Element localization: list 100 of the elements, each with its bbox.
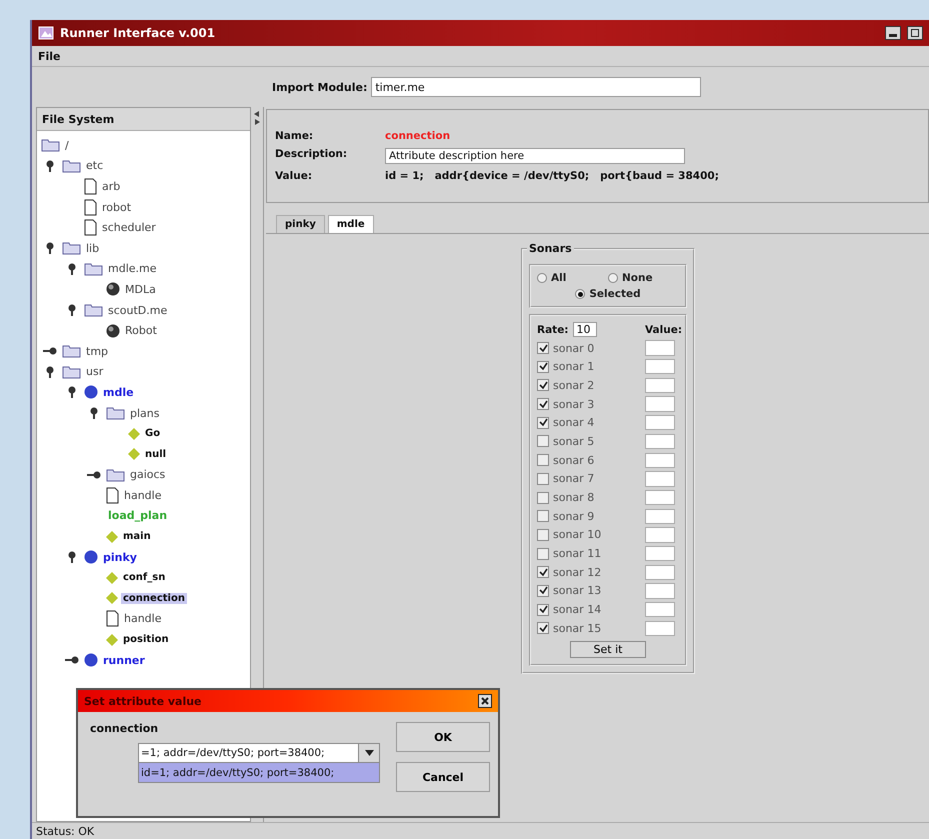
- tree-item[interactable]: null: [143, 448, 168, 460]
- value-field[interactable]: [645, 564, 675, 580]
- checkbox[interactable]: [537, 622, 549, 634]
- tree-item[interactable]: main: [121, 531, 153, 542]
- tree-item[interactable]: MDLa: [123, 282, 158, 296]
- file-icon: [106, 610, 119, 628]
- tree-item[interactable]: position: [121, 634, 171, 646]
- tree-item[interactable]: mdle.me: [106, 262, 159, 276]
- sonar-label: sonar 14: [553, 603, 602, 616]
- value-field[interactable]: [645, 415, 675, 430]
- file-icon: [84, 198, 97, 216]
- value-combo[interactable]: =1; addr=/dev/ttyS0; port=38400;: [138, 743, 380, 763]
- tree-item[interactable]: scoutD.me: [106, 304, 170, 317]
- checkbox[interactable]: [537, 472, 549, 485]
- checkbox[interactable]: [537, 360, 549, 373]
- name-label: Name:: [275, 130, 314, 142]
- sonar-label: sonar 5: [553, 434, 594, 448]
- menu-item[interactable]: File: [38, 50, 61, 62]
- checkbox[interactable]: [537, 435, 549, 448]
- checkbox[interactable]: [537, 510, 549, 522]
- checkbox[interactable]: [537, 566, 549, 578]
- tree-item[interactable]: scheduler: [100, 221, 158, 234]
- value-field[interactable]: [645, 490, 675, 506]
- cancel-button[interactable]: Cancel: [396, 762, 490, 792]
- sonar-label: sonar 13: [553, 584, 602, 598]
- tree-item[interactable]: mdle: [101, 386, 136, 399]
- checkbox[interactable]: [537, 528, 549, 541]
- import-module-field[interactable]: timer.me: [371, 77, 702, 97]
- maximize-button[interactable]: [907, 26, 923, 40]
- tree-item[interactable]: usr: [84, 365, 106, 378]
- value-field[interactable]: [645, 359, 675, 374]
- minimize-button[interactable]: [885, 26, 901, 40]
- tree-item[interactable]: handle: [122, 612, 164, 626]
- description-field[interactable]: Attribute description here: [385, 148, 685, 164]
- checkbox[interactable]: [537, 454, 549, 466]
- rate-field[interactable]: 10: [572, 322, 597, 337]
- tree-item[interactable]: robot: [100, 200, 134, 214]
- radio-option[interactable]: All: [537, 272, 608, 284]
- attribute-label: connection: [90, 722, 160, 735]
- dropdown-option[interactable]: id=1; addr=/dev/ttyS0; port=38400;: [138, 763, 380, 783]
- folder-icon: [106, 406, 125, 420]
- sonar-label: sonar 0: [553, 342, 594, 355]
- tree-item[interactable]: plans: [128, 406, 162, 420]
- value-field[interactable]: [645, 602, 675, 618]
- radio-option[interactable]: Selected: [575, 288, 641, 300]
- value-field[interactable]: [645, 508, 675, 524]
- ok-button[interactable]: OK: [396, 722, 490, 752]
- value-field[interactable]: [645, 378, 675, 394]
- set-it-button[interactable]: Set it: [570, 641, 646, 658]
- checkbox[interactable]: [537, 342, 549, 354]
- sonar-label: sonar 3: [553, 398, 594, 411]
- dialog-title: Set attribute value: [84, 694, 202, 708]
- tree-item[interactable]: tmp: [84, 344, 110, 358]
- checkbox[interactable]: [537, 584, 549, 597]
- tree-item[interactable]: Robot: [123, 324, 159, 338]
- value-label: Value:: [275, 170, 314, 182]
- tree-item[interactable]: conf_sn: [121, 572, 168, 584]
- value-field[interactable]: [645, 583, 675, 599]
- sonar-label: sonar 15: [553, 622, 602, 635]
- radio-option[interactable]: None: [608, 272, 679, 284]
- checkbox[interactable]: [537, 604, 549, 616]
- checkbox[interactable]: [537, 398, 549, 410]
- sonar-label: sonar 7: [553, 472, 594, 486]
- radio-icon[interactable]: [575, 289, 586, 299]
- sphere-icon: [106, 282, 120, 296]
- value-field[interactable]: [645, 471, 675, 486]
- close-button[interactable]: [478, 694, 492, 708]
- value-field[interactable]: [645, 546, 675, 562]
- right-arrow-icon[interactable]: [254, 119, 260, 125]
- value-field[interactable]: [645, 340, 675, 356]
- value-field[interactable]: [645, 452, 675, 468]
- sonar-label: sonar 10: [553, 528, 602, 542]
- tree-item[interactable]: pinky: [101, 550, 139, 564]
- checkbox[interactable]: [537, 548, 549, 560]
- checkbox[interactable]: [537, 379, 549, 392]
- tab[interactable]: mdle: [328, 215, 374, 233]
- import-module-label: Import Module:: [272, 80, 368, 94]
- tree-item[interactable]: lib: [84, 242, 102, 255]
- caret-icon[interactable]: [364, 750, 374, 756]
- tree-item[interactable]: arb: [100, 180, 122, 193]
- tree-item[interactable]: runner: [101, 654, 147, 667]
- sonar-label: sonar 4: [553, 416, 594, 430]
- tree-item[interactable]: handle: [122, 488, 164, 502]
- value-field[interactable]: [645, 396, 675, 412]
- radio-icon[interactable]: [537, 273, 547, 283]
- left-arrow-icon[interactable]: [254, 111, 260, 117]
- checkbox[interactable]: [537, 492, 549, 504]
- checkbox[interactable]: [537, 416, 549, 429]
- radio-icon[interactable]: [608, 273, 618, 283]
- tree-item[interactable]: etc: [84, 159, 106, 172]
- tree-item[interactable]: Go: [143, 428, 162, 440]
- tree-item[interactable]: connection: [121, 592, 187, 604]
- panel-title: File System: [42, 112, 114, 126]
- tree-item[interactable]: gaiocs: [128, 468, 168, 482]
- value-field[interactable]: [645, 434, 675, 450]
- tab[interactable]: pinky: [276, 215, 325, 233]
- value-field[interactable]: [645, 527, 675, 543]
- value-field[interactable]: [645, 620, 675, 636]
- tree-item[interactable]: /: [63, 138, 71, 152]
- maximize-icon[interactable]: [911, 29, 919, 37]
